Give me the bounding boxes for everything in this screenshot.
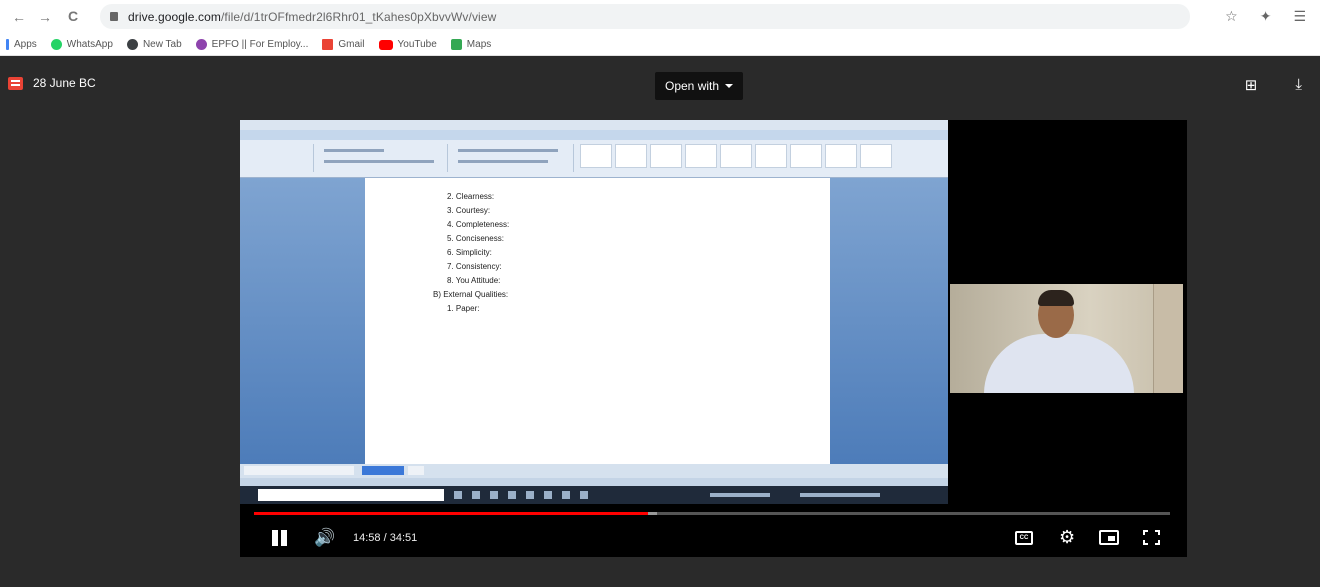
progress-bar[interactable] <box>254 512 1170 515</box>
doc-line: 6. Simplicity: <box>447 248 492 257</box>
caret-down-icon <box>725 84 734 88</box>
bookmark-epfo[interactable]: EPFO || For Employ... <box>195 39 308 50</box>
video-file-icon <box>8 76 23 90</box>
file-name: 28 June BC <box>33 76 96 90</box>
download-icon[interactable]: ⤓ <box>1295 76 1302 94</box>
word-title-bar <box>240 120 948 130</box>
video-player[interactable]: 2. Clearness: 3. Courtesy: 4. Completene… <box>240 120 1187 557</box>
doc-line: 3. Courtesy: <box>447 206 491 215</box>
doc-line: B) External Qualities: <box>433 290 509 299</box>
bookmark-maps[interactable]: Maps <box>450 39 491 50</box>
drive-viewer: 28 June BC Open with ⊞ ⤓ 2. Clearness: 3… <box>0 56 1320 587</box>
reload-button[interactable]: C <box>62 8 84 24</box>
add-to-drive-icon[interactable]: ⊞ <box>1245 76 1258 94</box>
styles-gallery <box>580 144 892 168</box>
doc-line: 4. Completeness: <box>447 220 510 229</box>
doc-line: 8. You Attitude: <box>447 276 501 285</box>
whatsapp-icon <box>50 39 62 50</box>
open-with-button[interactable]: Open with <box>655 72 744 100</box>
bookmark-new-tab[interactable]: New Tab <box>126 39 182 50</box>
epfo-icon <box>195 39 207 50</box>
menu-icon[interactable]: ☰ <box>1293 8 1306 25</box>
volume-icon[interactable]: 🔊 <box>314 528 335 548</box>
doc-line: 2. Clearness: <box>447 192 495 201</box>
doc-line: 7. Consistency: <box>447 262 502 271</box>
current-time: 14:58 <box>353 532 381 544</box>
document-page: 2. Clearness: 3. Courtesy: 4. Completene… <box>365 178 830 464</box>
youtube-icon <box>378 39 393 50</box>
duration: 34:51 <box>389 532 418 544</box>
bookmark-gmail[interactable]: Gmail <box>322 39 365 50</box>
shared-screen: 2. Clearness: 3. Courtesy: 4. Completene… <box>240 120 948 504</box>
forward-button[interactable]: → <box>34 9 56 25</box>
doc-line: 5. Conciseness: <box>447 234 504 243</box>
doc-line: 1. Paper: <box>447 304 480 313</box>
pause-button[interactable] <box>270 530 290 548</box>
extensions-icon[interactable]: ✦ <box>1260 8 1272 25</box>
lock-icon <box>110 12 118 21</box>
miniplayer-button[interactable] <box>1099 530 1119 545</box>
fullscreen-button[interactable] <box>1143 530 1160 545</box>
word-ribbon-tabs <box>240 130 948 140</box>
address-bar[interactable]: drive.google.com/file/d/1trOFfmedr2l6Rhr… <box>100 4 1190 29</box>
file-title: 28 June BC <box>8 76 96 90</box>
maps-icon <box>450 39 462 50</box>
word-ribbon <box>240 140 948 178</box>
captions-button[interactable]: CC <box>1015 531 1033 545</box>
settings-icon[interactable]: ⚙ <box>1059 527 1075 548</box>
url-text: drive.google.com/file/d/1trOFfmedr2l6Rhr… <box>128 9 497 24</box>
progress-loaded <box>647 512 658 515</box>
windows-taskbar <box>240 486 948 504</box>
apps-icon <box>6 39 9 50</box>
taskbar-search <box>258 489 444 501</box>
bookmark-whatsapp[interactable]: WhatsApp <box>50 39 113 50</box>
bookmark-youtube[interactable]: YouTube <box>378 39 437 50</box>
webcam-feed <box>950 284 1183 393</box>
open-with-label: Open with <box>665 79 720 93</box>
browser-toolbar: ← → C drive.google.com/file/d/1trOFfmedr… <box>0 0 1320 34</box>
bookmarks-bar: Apps WhatsApp New Tab EPFO || For Employ… <box>0 34 1320 56</box>
back-button[interactable]: ← <box>8 9 30 25</box>
word-status-bar <box>240 464 948 478</box>
time-display: 14:58 / 34:51 <box>353 532 418 544</box>
star-icon[interactable]: ☆ <box>1225 8 1238 25</box>
bookmark-apps[interactable]: Apps <box>6 39 37 50</box>
progress-played <box>254 512 648 515</box>
gmail-icon <box>322 39 334 50</box>
chrome-icon <box>126 39 138 50</box>
